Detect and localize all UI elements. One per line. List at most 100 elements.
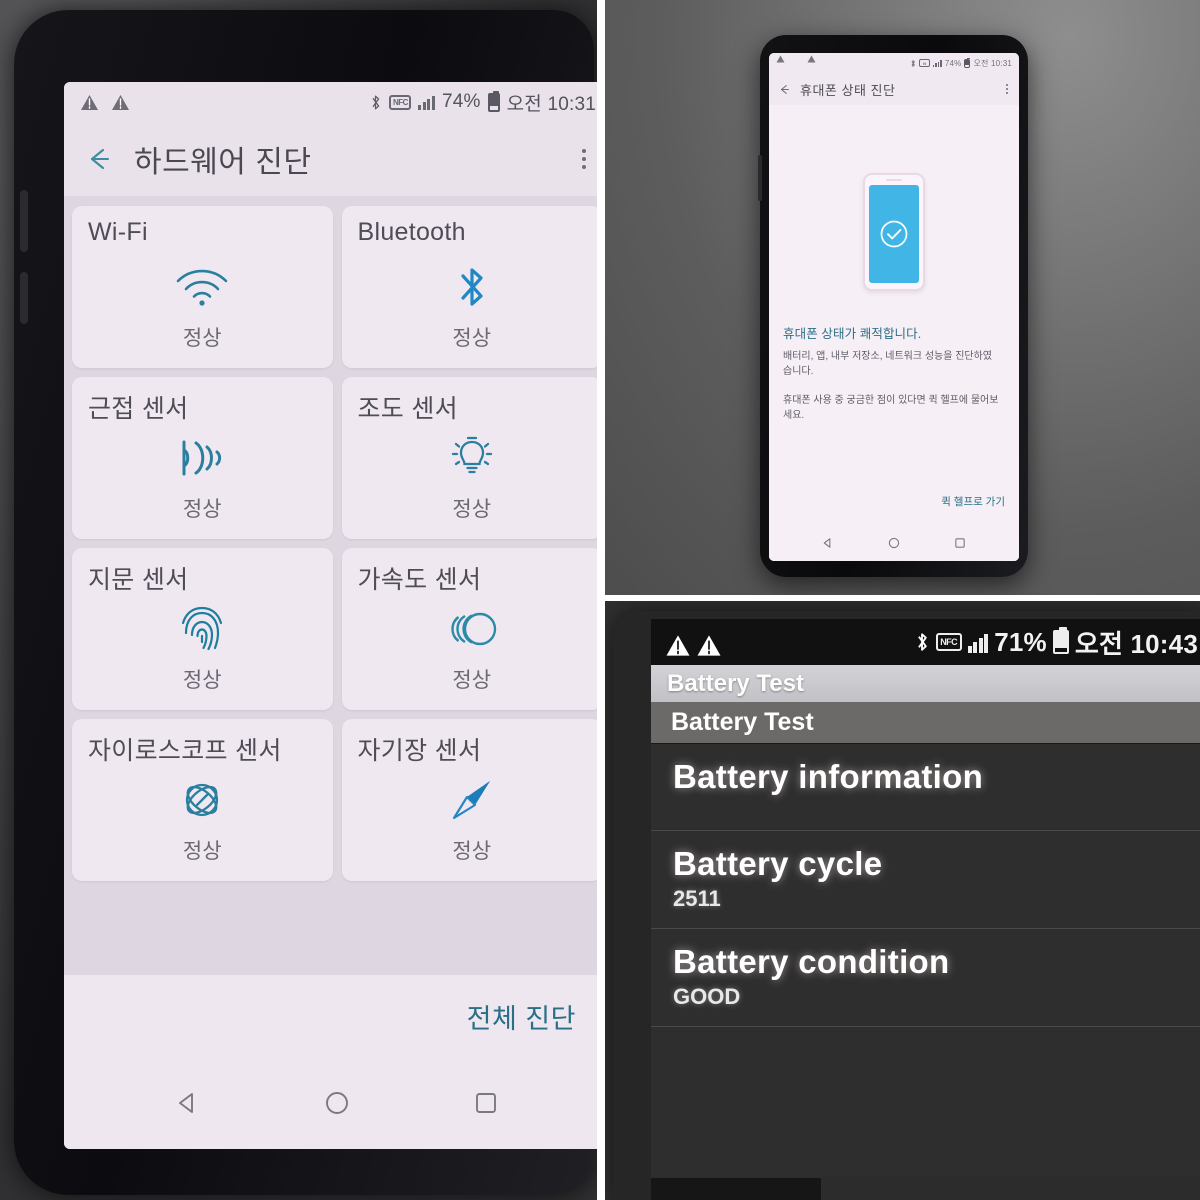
battery-percent-label: 74% <box>944 58 962 68</box>
status-bar-left <box>776 54 826 72</box>
battery-icon <box>1052 627 1069 654</box>
nfc-icon: NFC <box>389 94 412 110</box>
compass-icon <box>342 773 598 827</box>
fingerprint-icon <box>72 602 333 656</box>
bluetooth-icon <box>910 59 916 68</box>
panel-battery-test: NFC 71% 오전 10:43 Battery Test Battery Te… <box>605 601 1200 1200</box>
diag-card-light-sensor[interactable]: 조도 센서 정상 <box>341 377 597 539</box>
footer-bar: 전체 진단 <box>64 975 597 1057</box>
collage-gutter-vertical <box>597 0 605 1200</box>
card-title: Wi-Fi <box>88 218 148 246</box>
volume-button[interactable] <box>758 155 762 201</box>
nfc-icon: NFC <box>935 633 962 651</box>
diag-card-proximity[interactable]: 근접 센서 정상 <box>72 377 333 539</box>
page-title: 하드웨어 진단 <box>134 146 312 179</box>
nav-back-icon[interactable] <box>821 536 835 550</box>
clock-label: 오전 10:31 <box>973 58 1012 68</box>
app-title-bar: Battery Test <box>651 665 1200 702</box>
phone-screen-left: NFC 74% 오전 10:31 하드웨어 진단 Wi-Fi 정상 Blueto… <box>64 82 597 1149</box>
battery-icon <box>964 57 971 68</box>
card-status: 정상 <box>452 669 492 692</box>
signal-bars-icon <box>932 59 942 67</box>
phone-screen-bottom-right: NFC 71% 오전 10:43 Battery Test Battery Te… <box>651 619 1200 1200</box>
phone-screen-top-right: N 74% 오전 10:31 휴대폰 상태 진단 휴대폰 상태가 쾌적합니다. … <box>769 53 1019 561</box>
card-status: 정상 <box>182 498 222 521</box>
nav-home-icon[interactable] <box>887 536 901 550</box>
card-title: 조도 센서 <box>357 395 458 423</box>
diag-card-gyroscope[interactable]: 자이로스코프 센서 정상 <box>72 719 333 881</box>
status-content: 휴대폰 상태가 쾌적합니다. 배터리, 앱, 내부 저장소, 네트워크 성능을 … <box>769 105 1019 561</box>
diag-card-fingerprint[interactable]: 지문 센서 정상 <box>72 548 333 710</box>
card-title: 자기장 센서 <box>357 737 482 765</box>
volume-down-button[interactable] <box>20 272 28 324</box>
card-title: 근접 센서 <box>88 395 189 423</box>
phone-device-left: NFC 74% 오전 10:31 하드웨어 진단 Wi-Fi 정상 Blueto… <box>14 10 597 1195</box>
check-circle-icon <box>879 219 909 249</box>
list-item[interactable]: Battery cycle 2511 <box>651 831 1200 929</box>
signal-bars-icon <box>967 632 989 653</box>
app-bar: 휴대폰 상태 진단 <box>769 73 1019 105</box>
app-bar: 하드웨어 진단 <box>64 122 597 196</box>
warning-triangle-icon <box>111 94 130 111</box>
card-title: 지문 센서 <box>88 566 189 594</box>
card-title: 자이로스코프 센서 <box>88 737 282 765</box>
warning-triangle-icon <box>776 54 795 72</box>
status-bar-right: NFC 74% 오전 10:31 <box>369 89 596 116</box>
wifi-icon <box>72 260 333 314</box>
phone-device-top-right: N 74% 오전 10:31 휴대폰 상태 진단 휴대폰 상태가 쾌적합니다. … <box>758 35 1028 577</box>
bluetooth-icon <box>914 630 930 654</box>
row-value: 2511 <box>673 886 721 911</box>
nav-recents-icon[interactable] <box>469 1086 503 1120</box>
status-bar: NFC 74% 오전 10:31 <box>64 82 597 122</box>
status-paragraph-2: 휴대폰 사용 중 궁금한 점이 있다면 퀵 헬프에 물어보세요. <box>783 395 999 421</box>
nav-recents-icon[interactable] <box>953 536 967 550</box>
diag-card-wifi[interactable]: Wi-Fi 정상 <box>72 206 333 368</box>
back-arrow-icon[interactable] <box>84 144 114 174</box>
status-paragraph-1: 배터리, 앱, 내부 저장소, 네트워크 성능을 진단하였습니다. <box>783 351 993 377</box>
row-title: Battery condition <box>673 943 950 980</box>
warning-triangle-icon <box>807 54 826 72</box>
status-bar: N 74% 오전 10:31 <box>769 53 1019 73</box>
warning-triangle-icon <box>696 634 721 656</box>
navigation-bar <box>769 525 1019 561</box>
diag-card-accelerometer[interactable]: 가속도 센서 정상 <box>341 548 598 710</box>
quick-help-link[interactable]: 퀵 헬프로 가기 <box>941 494 1005 509</box>
volume-up-button[interactable] <box>20 190 28 252</box>
status-bar-right: N 74% 오전 10:31 <box>910 57 1012 69</box>
diag-card-magnetometer[interactable]: 자기장 센서 정상 <box>341 719 598 881</box>
gyroscope-icon <box>72 773 333 827</box>
nav-back-icon[interactable] <box>171 1086 205 1120</box>
card-status: 정상 <box>182 840 222 863</box>
accelerometer-icon <box>342 602 598 656</box>
list-item[interactable]: Battery information <box>651 744 1200 831</box>
device-bezel-shadow <box>651 1178 821 1200</box>
card-title: Bluetooth <box>357 218 466 246</box>
warning-triangle-icon <box>80 94 99 111</box>
clock-label: 오전 10:43 <box>1074 628 1198 659</box>
proximity-icon <box>72 431 333 485</box>
panel-hardware-diagnostics: NFC 74% 오전 10:31 하드웨어 진단 Wi-Fi 정상 Blueto… <box>0 0 597 1200</box>
overflow-menu-icon[interactable] <box>1003 81 1011 97</box>
phone-check-illustration <box>863 173 925 291</box>
full-diagnosis-button[interactable]: 전체 진단 <box>467 997 576 1036</box>
clock-label: 오전 10:31 <box>506 93 596 115</box>
nfc-icon: N <box>918 59 930 67</box>
status-headline: 휴대폰 상태가 쾌적합니다. <box>783 327 922 341</box>
battery-icon <box>487 90 500 112</box>
row-title: Battery information <box>673 758 984 795</box>
back-arrow-icon[interactable] <box>778 83 791 96</box>
card-status: 정상 <box>182 669 222 692</box>
card-status: 정상 <box>452 840 492 863</box>
diagnostics-grid-wrap: Wi-Fi 정상 Bluetooth 정상 근접 센서 정상 조도 센서 정상 … <box>64 196 597 991</box>
card-status: 정상 <box>452 498 492 521</box>
list-empty-area <box>651 1027 1200 1177</box>
status-bar-right: NFC 71% 오전 10:43 <box>914 624 1198 661</box>
bluetooth-icon <box>369 93 382 112</box>
phone-device-bottom-right: NFC 71% 오전 10:43 Battery Test Battery Te… <box>613 611 1200 1200</box>
nav-home-icon[interactable] <box>320 1086 354 1120</box>
diag-card-bluetooth[interactable]: Bluetooth 정상 <box>341 206 598 368</box>
bluetooth-icon <box>342 260 598 314</box>
overflow-menu-icon[interactable] <box>576 143 592 175</box>
phone-diagnostics-collage: NFC 74% 오전 10:31 하드웨어 진단 Wi-Fi 정상 Blueto… <box>0 0 1200 1200</box>
list-item[interactable]: Battery condition GOOD <box>651 929 1200 1027</box>
